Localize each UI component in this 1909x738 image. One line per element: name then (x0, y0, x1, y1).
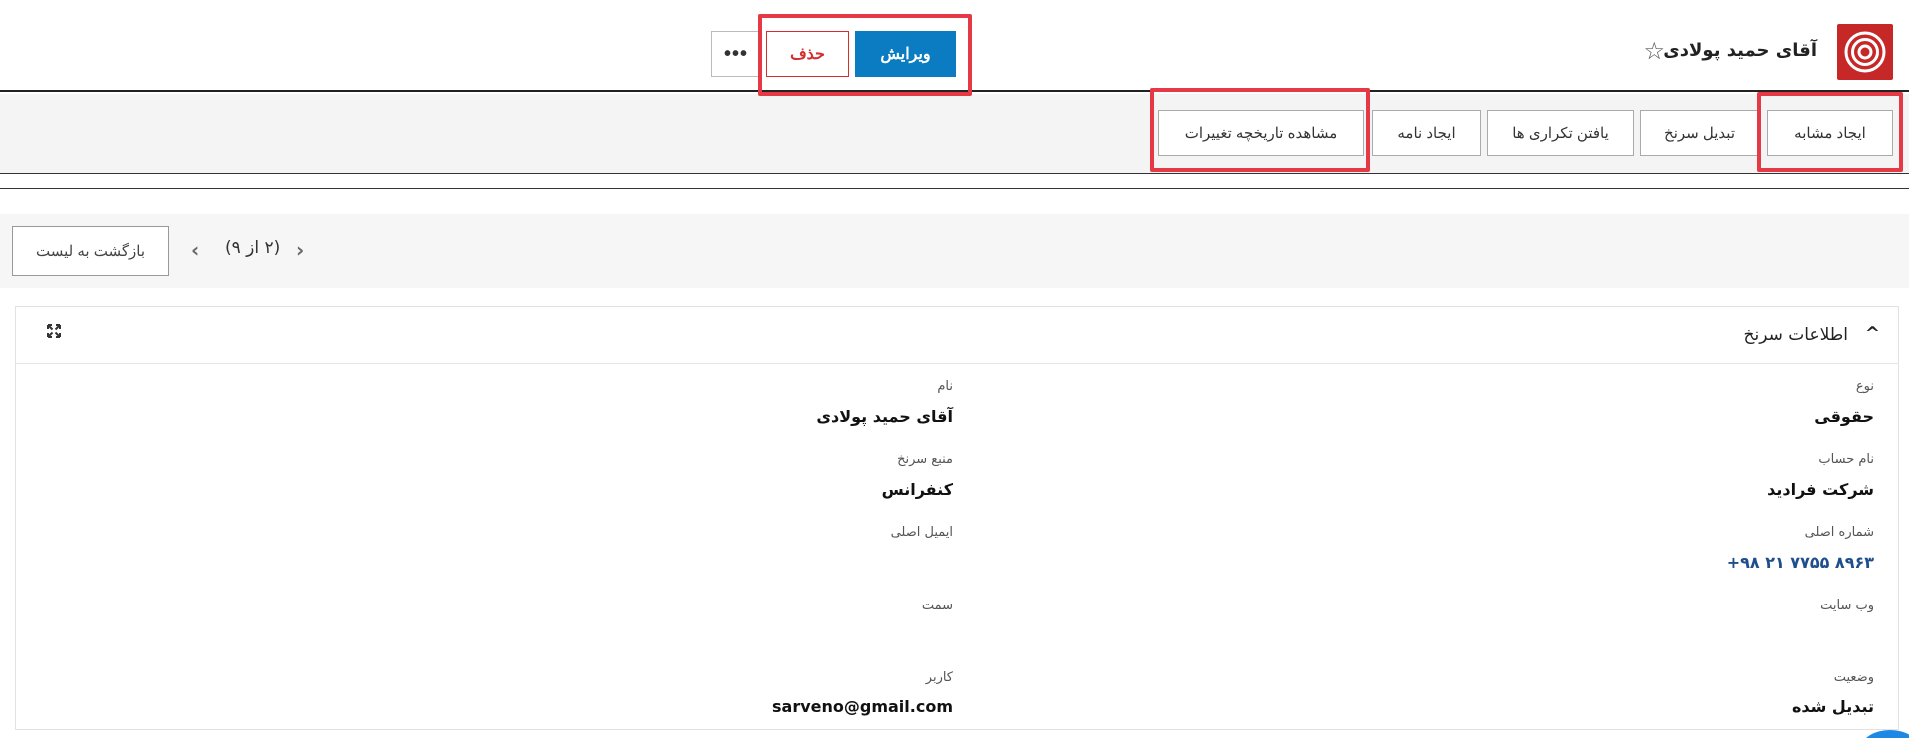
back-to-list-button[interactable]: بازگشت به لیست (12, 226, 169, 276)
panel-title: اطلاعات سرنخ (1743, 325, 1848, 345)
status-label: وضعیت (1833, 670, 1874, 685)
chevron-right-icon[interactable]: › (296, 238, 304, 262)
action-toolbar: ایجاد مشابه تبدیل سرنخ یافتن تکراری ها ا… (0, 94, 1909, 174)
account-label: نام حساب (1818, 452, 1874, 467)
source-value: کنفرانس (881, 480, 953, 499)
page-header: آقای حمید پولادی ☆ ••• حذف ویرایش (0, 0, 1909, 92)
source-label: منبع سرنخ (897, 452, 953, 467)
edit-button[interactable]: ویرایش (855, 31, 956, 77)
divider (0, 188, 1909, 189)
status-value: تبدیل شده (1791, 697, 1874, 716)
convert-lead-button[interactable]: تبدیل سرنخ (1640, 110, 1759, 156)
name-value: آقای حمید پولادی (816, 407, 953, 426)
page-title: آقای حمید پولادی (1663, 40, 1817, 61)
chevron-up-icon[interactable]: ^ (1865, 323, 1880, 344)
create-letter-button[interactable]: ایجاد نامه (1372, 110, 1481, 156)
panel-header[interactable]: ^ اطلاعات سرنخ (16, 307, 1898, 364)
find-duplicates-button[interactable]: یافتن تکراری ها (1487, 110, 1634, 156)
record-navigation: بازگشت به لیست ‹ (۲ از ۹) › (0, 214, 1909, 288)
create-similar-button[interactable]: ایجاد مشابه (1767, 110, 1893, 156)
name-label: نام (937, 379, 953, 394)
type-value: حقوقی (1814, 407, 1874, 426)
more-actions-button[interactable]: ••• (711, 31, 761, 77)
chat-bubble-icon[interactable] (1860, 730, 1909, 738)
expand-icon[interactable] (46, 323, 62, 344)
phone-label: شماره اصلی (1804, 525, 1874, 540)
view-history-button[interactable]: مشاهده تاریخچه تغییرات (1158, 110, 1364, 156)
pager-indicator: (۲ از ۹) (225, 238, 281, 258)
delete-button[interactable]: حذف (766, 31, 849, 77)
position-label: سمت (921, 598, 953, 613)
account-value[interactable]: شرکت فرادید (1767, 480, 1874, 499)
chevron-left-icon[interactable]: ‹ (191, 238, 199, 262)
target-logo-icon (1837, 24, 1893, 80)
website-label: وب سایت (1820, 598, 1874, 613)
lead-info-panel: ^ اطلاعات سرنخ نوع حقوقی نام آقای حمید پ… (15, 306, 1899, 730)
phone-value[interactable]: +۹۸ ۲۱ ۷۷۵۵ ۸۹۶۳ (1727, 553, 1874, 572)
type-label: نوع (1855, 379, 1874, 394)
star-icon[interactable]: ☆ (1643, 37, 1665, 65)
user-value[interactable]: sarveno@gmail.com (772, 697, 953, 716)
user-label: کاربر (925, 670, 953, 685)
email-label: ایمیل اصلی (890, 525, 953, 540)
